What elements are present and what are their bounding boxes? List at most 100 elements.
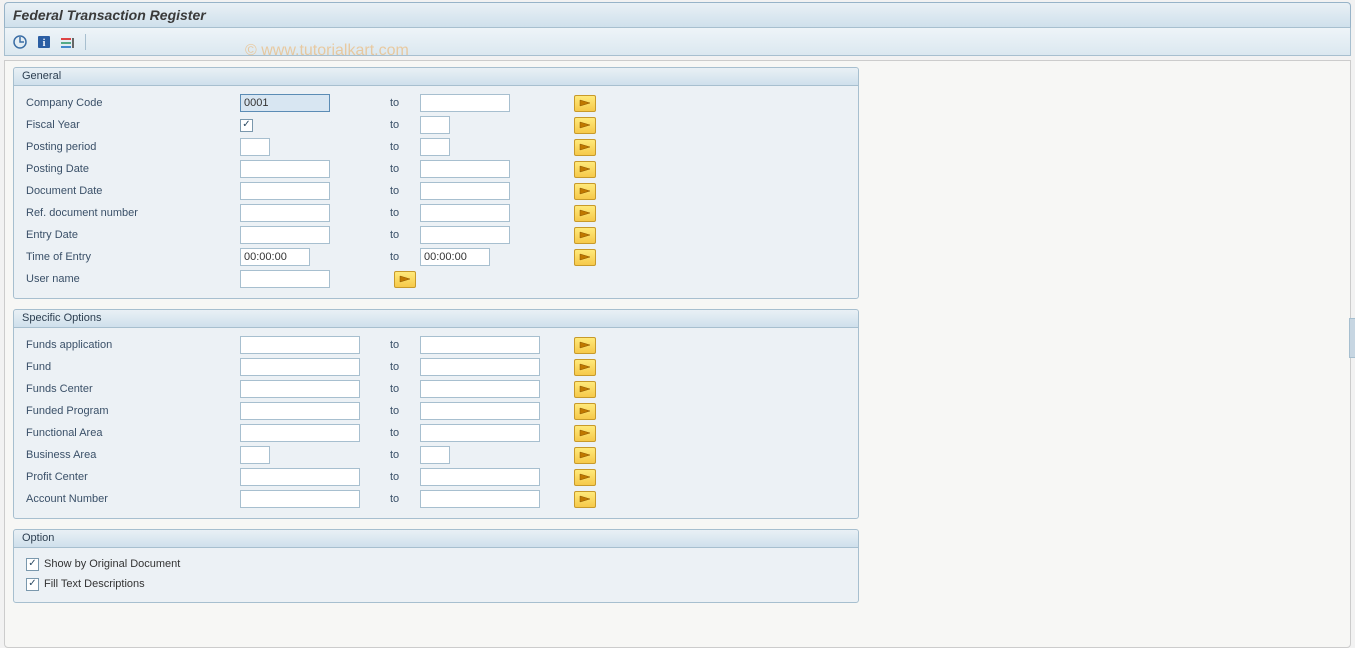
- row-funds-center: Funds Center to: [22, 378, 850, 400]
- to-label: to: [390, 405, 420, 417]
- input-business-area-to[interactable]: [420, 446, 450, 464]
- multi-select-icon[interactable]: [574, 403, 596, 420]
- group-option-header: Option: [14, 530, 858, 548]
- multi-select-icon[interactable]: [574, 161, 596, 178]
- input-posting-period-to[interactable]: [420, 138, 450, 156]
- label-functional-area: Functional Area: [22, 427, 240, 439]
- input-fund-from[interactable]: [240, 358, 360, 376]
- label-company-code: Company Code: [22, 97, 240, 109]
- label-funds-center: Funds Center: [22, 383, 240, 395]
- multi-select-icon[interactable]: [574, 117, 596, 134]
- multi-select-icon[interactable]: [574, 425, 596, 442]
- input-profit-center-from[interactable]: [240, 468, 360, 486]
- label-business-area: Business Area: [22, 449, 240, 461]
- input-entry-date-from[interactable]: [240, 226, 330, 244]
- row-fund: Fund to: [22, 356, 850, 378]
- multi-select-icon[interactable]: [574, 337, 596, 354]
- execute-icon[interactable]: [11, 33, 29, 51]
- to-label: to: [390, 449, 420, 461]
- row-user-name: User name: [22, 268, 850, 290]
- input-funded-program-to[interactable]: [420, 402, 540, 420]
- input-posting-date-from[interactable]: [240, 160, 330, 178]
- checkbox-show-original[interactable]: [26, 558, 39, 571]
- label-posting-period: Posting period: [22, 141, 240, 153]
- label-profit-center: Profit Center: [22, 471, 240, 483]
- to-label: to: [390, 383, 420, 395]
- row-business-area: Business Area to: [22, 444, 850, 466]
- input-document-date-from[interactable]: [240, 182, 330, 200]
- input-document-date-to[interactable]: [420, 182, 510, 200]
- input-ref-doc-from[interactable]: [240, 204, 330, 222]
- row-funded-program: Funded Program to: [22, 400, 850, 422]
- page-title: Federal Transaction Register: [13, 7, 206, 23]
- multi-select-icon[interactable]: [574, 139, 596, 156]
- input-fund-to[interactable]: [420, 358, 540, 376]
- multi-select-icon[interactable]: [574, 227, 596, 244]
- info-icon[interactable]: i: [35, 33, 53, 51]
- label-entry-date: Entry Date: [22, 229, 240, 241]
- label-user-name: User name: [22, 273, 240, 285]
- input-funds-center-to[interactable]: [420, 380, 540, 398]
- to-label: to: [390, 493, 420, 505]
- input-funds-app-from[interactable]: [240, 336, 360, 354]
- toolbar-separator: [85, 34, 86, 50]
- input-posting-period-from[interactable]: [240, 138, 270, 156]
- input-company-code-to[interactable]: [420, 94, 510, 112]
- input-time-from[interactable]: [240, 248, 310, 266]
- multi-select-icon[interactable]: [574, 381, 596, 398]
- multi-select-icon[interactable]: [574, 491, 596, 508]
- multi-select-icon[interactable]: [574, 95, 596, 112]
- to-label: to: [390, 339, 420, 351]
- label-time-of-entry: Time of Entry: [22, 251, 240, 263]
- input-user-name[interactable]: [240, 270, 330, 288]
- input-entry-date-to[interactable]: [420, 226, 510, 244]
- multi-select-icon[interactable]: [574, 447, 596, 464]
- label-funds-app: Funds application: [22, 339, 240, 351]
- input-posting-date-to[interactable]: [420, 160, 510, 178]
- input-functional-area-from[interactable]: [240, 424, 360, 442]
- label-funded-program: Funded Program: [22, 405, 240, 417]
- input-fiscal-year-to[interactable]: [420, 116, 450, 134]
- multi-select-icon[interactable]: [394, 271, 416, 288]
- content-area: General Company Code to Fiscal Year to P…: [4, 60, 1351, 648]
- multi-select-icon[interactable]: [574, 359, 596, 376]
- to-label: to: [390, 119, 420, 131]
- input-funded-program-from[interactable]: [240, 402, 360, 420]
- input-time-to[interactable]: [420, 248, 490, 266]
- multi-select-icon[interactable]: [574, 205, 596, 222]
- multi-select-icon[interactable]: [574, 183, 596, 200]
- input-profit-center-to[interactable]: [420, 468, 540, 486]
- group-specific-header: Specific Options: [14, 310, 858, 328]
- to-label: to: [390, 361, 420, 373]
- to-label: to: [390, 251, 420, 263]
- input-funds-app-to[interactable]: [420, 336, 540, 354]
- input-functional-area-to[interactable]: [420, 424, 540, 442]
- input-ref-doc-to[interactable]: [420, 204, 510, 222]
- resize-handle-icon[interactable]: [1349, 318, 1355, 358]
- multi-select-icon[interactable]: [574, 469, 596, 486]
- input-funds-center-from[interactable]: [240, 380, 360, 398]
- checkbox-fiscal-year[interactable]: [240, 119, 253, 132]
- label-fiscal-year: Fiscal Year: [22, 119, 240, 131]
- row-posting-period: Posting period to: [22, 136, 850, 158]
- label-posting-date: Posting Date: [22, 163, 240, 175]
- row-functional-area: Functional Area to: [22, 422, 850, 444]
- row-ref-doc: Ref. document number to: [22, 202, 850, 224]
- watermark-text: © www.tutorialkart.com: [245, 42, 409, 60]
- label-document-date: Document Date: [22, 185, 240, 197]
- toolbar: i © www.tutorialkart.com: [4, 28, 1351, 56]
- input-account-number-from[interactable]: [240, 490, 360, 508]
- row-company-code: Company Code to: [22, 92, 850, 114]
- row-document-date: Document Date to: [22, 180, 850, 202]
- variant-icon[interactable]: [59, 33, 77, 51]
- checkbox-fill-text[interactable]: [26, 578, 39, 591]
- multi-select-icon[interactable]: [574, 249, 596, 266]
- input-business-area-from[interactable]: [240, 446, 270, 464]
- input-company-code-from[interactable]: [240, 94, 330, 112]
- row-funds-app: Funds application to: [22, 334, 850, 356]
- label-fund: Fund: [22, 361, 240, 373]
- to-label: to: [390, 141, 420, 153]
- row-account-number: Account Number to: [22, 488, 850, 510]
- row-show-original: Show by Original Document: [22, 554, 850, 574]
- input-account-number-to[interactable]: [420, 490, 540, 508]
